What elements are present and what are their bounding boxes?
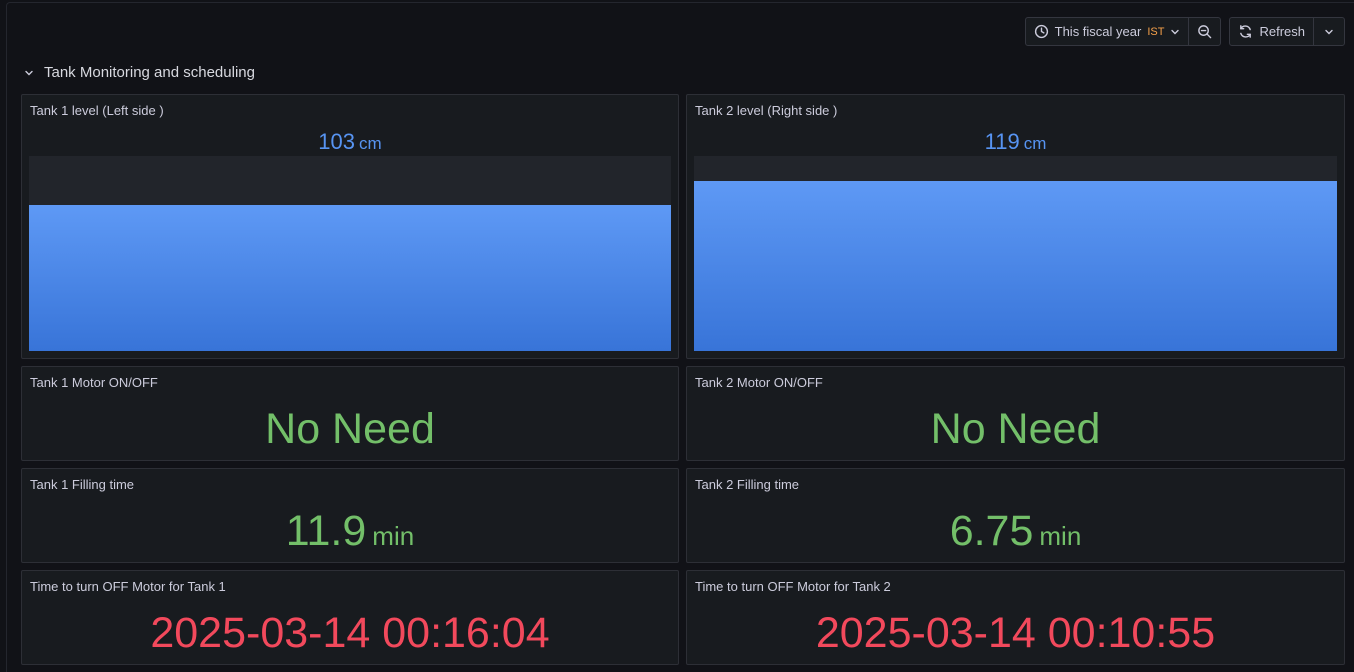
stat-value: No Need (930, 405, 1101, 453)
gauge-unit: cm (1023, 134, 1047, 153)
refresh-group: Refresh (1229, 17, 1345, 46)
stat-value: 2025-03-14 00:16:04 (150, 609, 550, 657)
panel-tank2-level[interactable]: Tank 2 level (Right side ) 119 cm (686, 94, 1345, 359)
panel-tank1-filling-time[interactable]: Tank 1 Filling time 11.9 min (21, 468, 679, 563)
panel-tank2-filling-time[interactable]: Tank 2 Filling time 6.75 min (686, 468, 1345, 563)
chevron-down-icon (1170, 27, 1180, 37)
gauge-value: 119 cm (687, 129, 1344, 155)
refresh-label: Refresh (1259, 24, 1305, 39)
panel-title: Tank 2 Motor ON/OFF (695, 375, 823, 390)
panel-tank1-motor-off-time[interactable]: Time to turn OFF Motor for Tank 1 2025-0… (21, 570, 679, 665)
stat-number: 6.75 (949, 507, 1034, 555)
gauge-value: 103 cm (22, 129, 678, 155)
panel-title: Time to turn OFF Motor for Tank 2 (695, 579, 891, 594)
panel-title: Tank 2 level (Right side ) (695, 103, 838, 118)
panel-title: Tank 1 Motor ON/OFF (30, 375, 158, 390)
gauge-number: 119 (984, 129, 1020, 154)
chevron-down-icon (1324, 27, 1334, 37)
panel-tank1-motor[interactable]: Tank 1 Motor ON/OFF No Need (21, 366, 679, 461)
refresh-icon (1238, 24, 1253, 39)
clock-icon (1034, 24, 1049, 39)
refresh-button[interactable]: Refresh (1230, 18, 1313, 45)
bar-gauge-fill (694, 181, 1337, 351)
row-title: Tank Monitoring and scheduling (44, 64, 255, 81)
stat-value: 6.75 min (687, 507, 1344, 556)
dashboard-toolbar: This fiscal year IST Refresh (1024, 17, 1345, 46)
stat-value: No Need (265, 405, 435, 453)
panel-tank2-motor-off-time[interactable]: Time to turn OFF Motor for Tank 2 2025-0… (686, 570, 1345, 665)
row-collapse-toggle[interactable]: Tank Monitoring and scheduling (24, 64, 255, 81)
panel-title: Tank 1 level (Left side ) (30, 103, 164, 118)
zoom-out-icon (1197, 24, 1212, 39)
stat-value: 11.9 min (22, 507, 678, 556)
time-range-picker[interactable]: This fiscal year IST (1026, 18, 1189, 45)
refresh-interval-dropdown[interactable] (1313, 18, 1344, 45)
panel-title: Tank 1 Filling time (30, 477, 135, 492)
stat-unit: min (372, 521, 415, 551)
panel-tank1-level[interactable]: Tank 1 level (Left side ) 103 cm (21, 94, 679, 359)
chevron-down-icon (24, 68, 34, 78)
panel-tank2-motor[interactable]: Tank 2 Motor ON/OFF No Need (686, 366, 1345, 461)
gauge-number: 103 (318, 129, 356, 154)
stat-number: 11.9 (285, 507, 367, 555)
gauge-unit: cm (359, 134, 382, 153)
bar-gauge-track (694, 156, 1337, 351)
panel-title: Time to turn OFF Motor for Tank 1 (30, 579, 226, 594)
zoom-out-button[interactable] (1188, 18, 1220, 45)
time-range-group: This fiscal year IST (1024, 17, 1222, 46)
panel-title: Tank 2 Filling time (695, 477, 800, 492)
time-range-label: This fiscal year (1054, 24, 1142, 39)
bar-gauge-track (29, 156, 671, 351)
stat-value: 2025-03-14 00:10:55 (815, 609, 1216, 657)
timezone-badge: IST (1147, 25, 1165, 38)
stat-unit: min (1039, 521, 1082, 551)
bar-gauge-fill (29, 204, 671, 351)
